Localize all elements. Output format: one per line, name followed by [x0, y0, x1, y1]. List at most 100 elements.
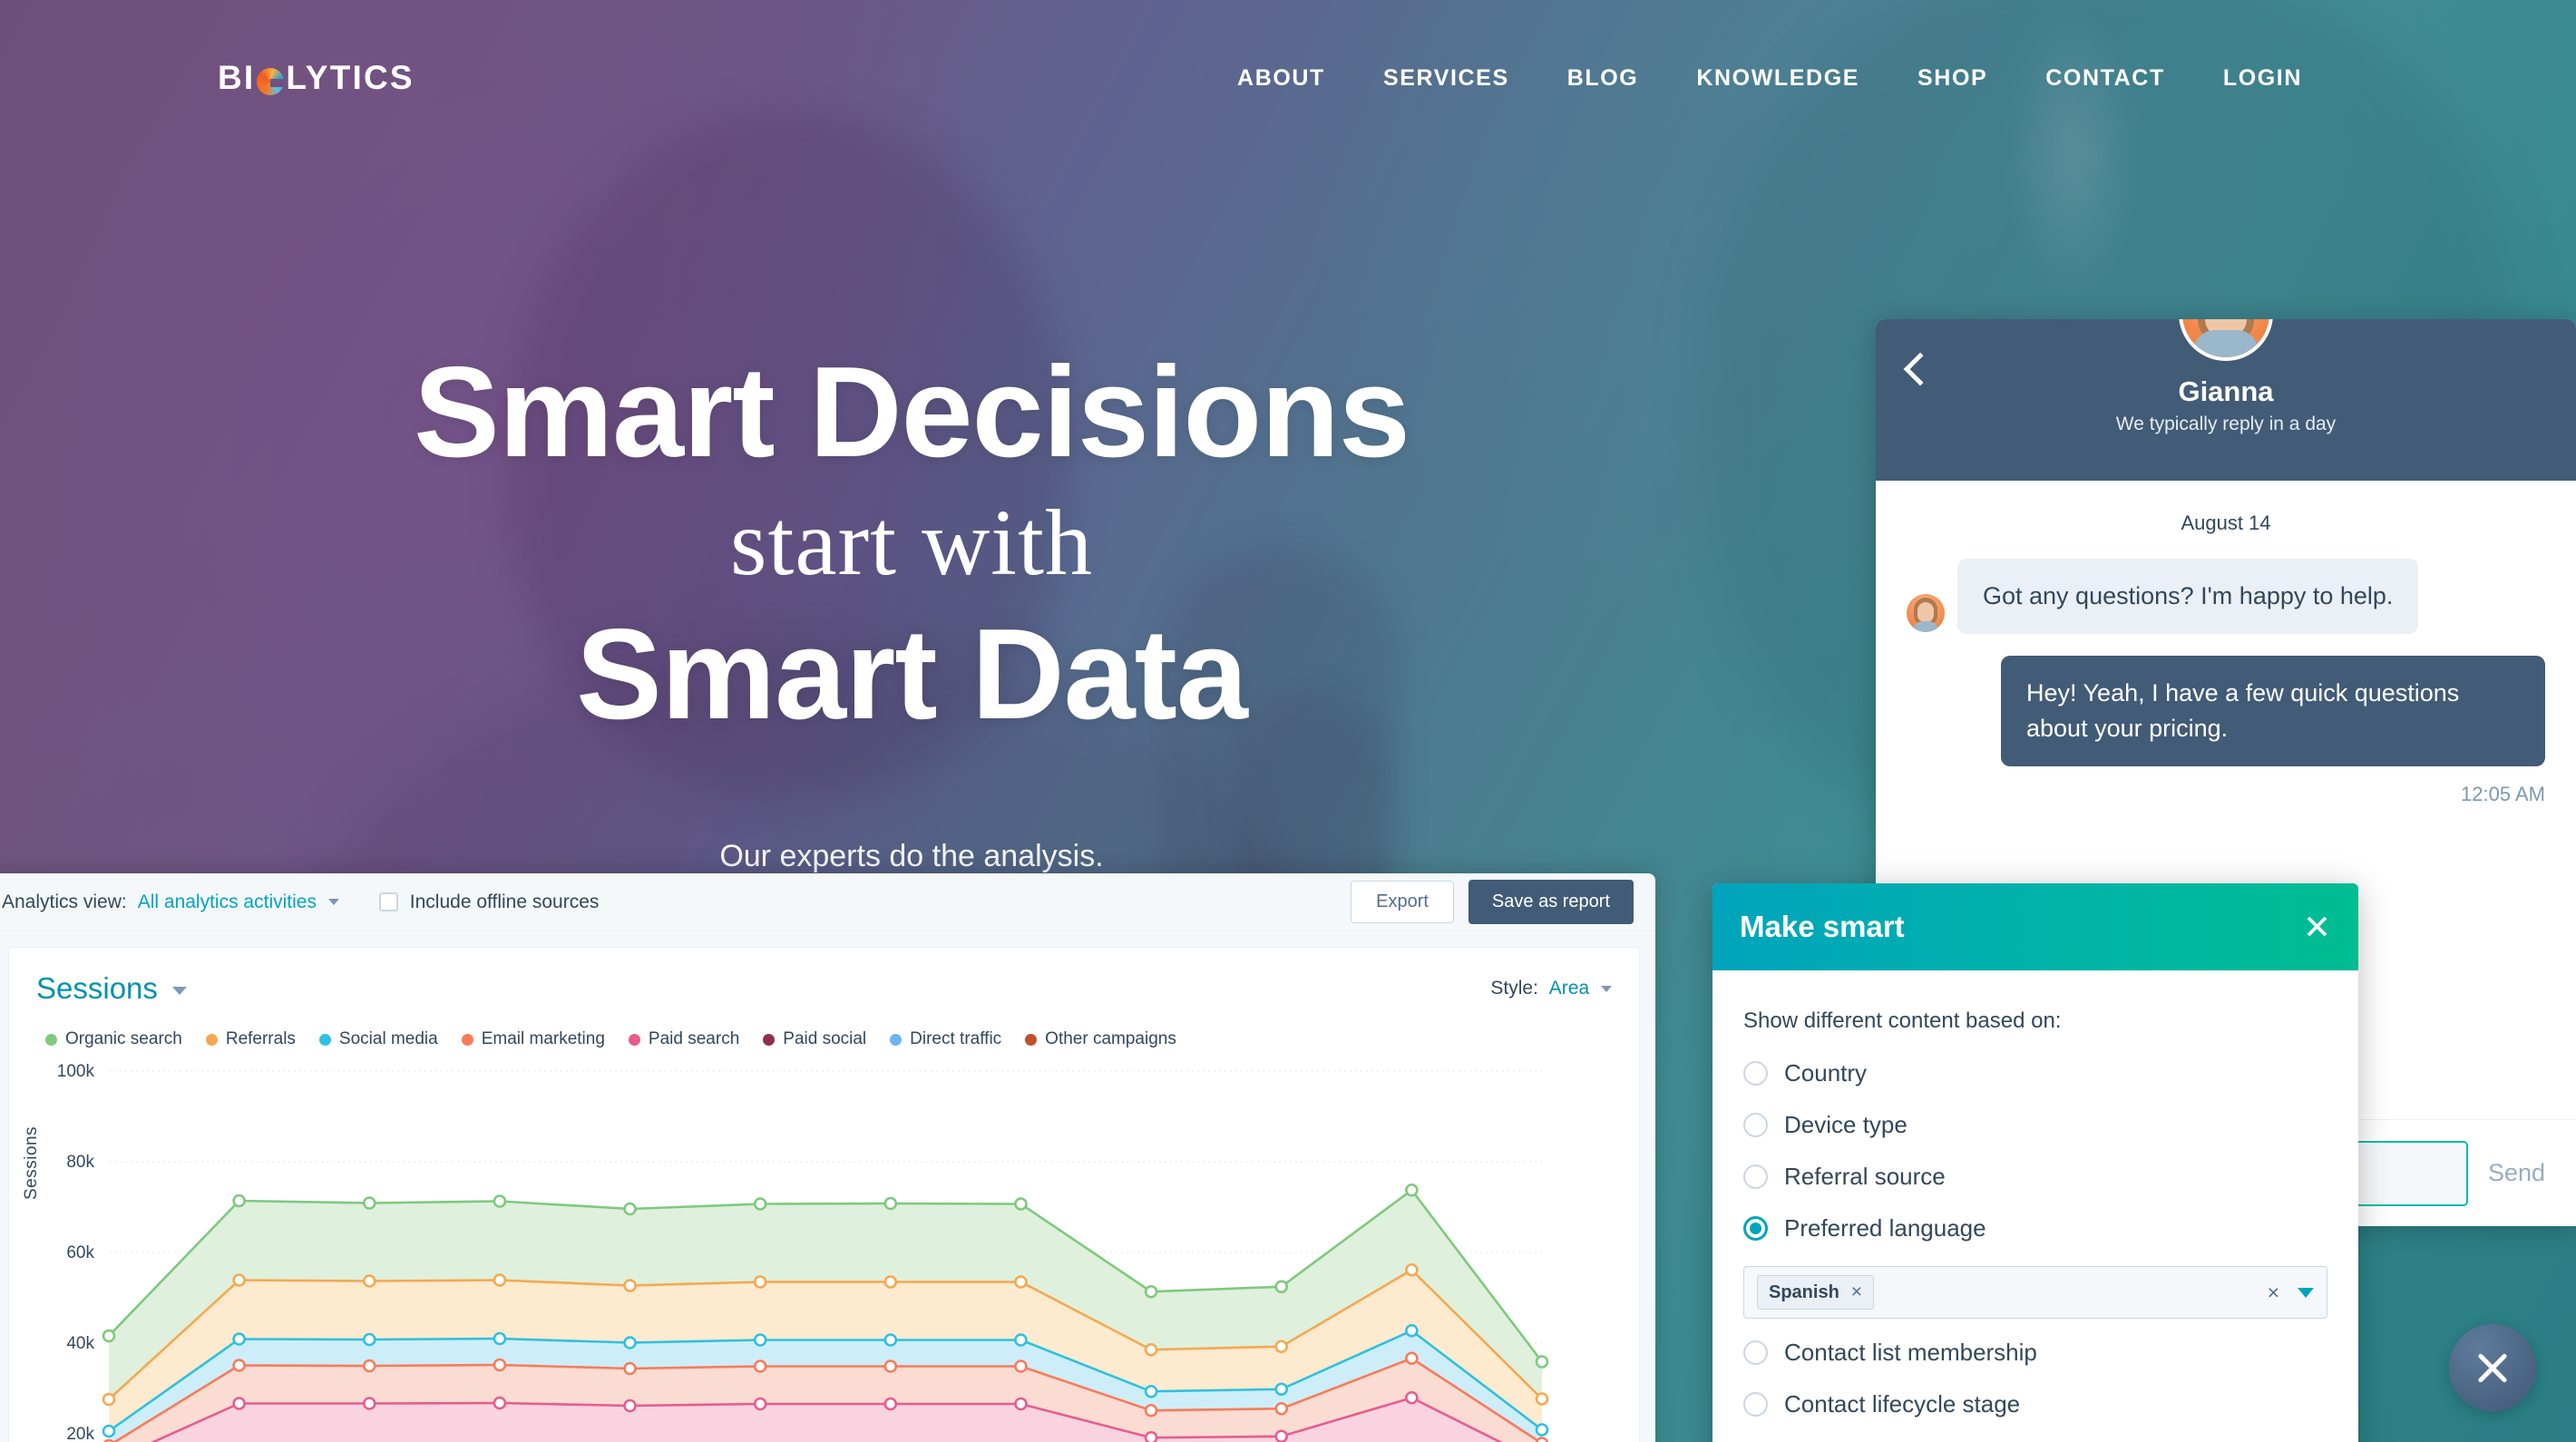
nav-item-contact[interactable]: CONTACT	[2016, 65, 2194, 92]
legend-item[interactable]: Social media	[318, 1029, 438, 1049]
style-value: Area	[1548, 978, 1590, 999]
option-contact-lifecycle-stage[interactable]: Contact lifecycle stage	[1743, 1390, 2327, 1418]
chart-data-point[interactable]	[493, 1194, 507, 1208]
chart-data-point[interactable]	[232, 1273, 246, 1287]
chart-data-point[interactable]	[623, 1361, 637, 1376]
chart-data-point[interactable]	[102, 1329, 116, 1343]
chart-data-point[interactable]	[883, 1397, 898, 1411]
chart-data-point[interactable]	[623, 1279, 637, 1292]
language-multiselect[interactable]: Spanish × ×	[1743, 1266, 2327, 1319]
legend-item[interactable]: Paid social	[763, 1029, 866, 1049]
chart-data-point[interactable]	[493, 1396, 507, 1410]
legend-item[interactable]: Other campaigns	[1025, 1029, 1176, 1049]
clear-selection-icon[interactable]: ×	[2255, 1281, 2292, 1305]
chart-data-point[interactable]	[753, 1397, 767, 1411]
chart-data-point[interactable]	[232, 1332, 246, 1346]
chart-data-point[interactable]	[232, 1194, 246, 1208]
analytics-view-dropdown[interactable]: All analytics activities	[138, 892, 339, 913]
legend-color-dot-icon	[45, 1033, 57, 1046]
chart-data-point[interactable]	[753, 1333, 767, 1347]
analytics-toolbar: Analytics view: All analytics activities…	[0, 873, 1655, 931]
close-icon[interactable]: ✕	[2303, 911, 2331, 944]
chart-data-point[interactable]	[1405, 1323, 1419, 1338]
chart-data-point[interactable]	[1274, 1401, 1289, 1416]
sessions-area-chart: 20k 40k 60k 80k 100k	[57, 1062, 1549, 1442]
chart-data-point[interactable]	[1405, 1183, 1419, 1197]
include-offline-sources-checkbox[interactable]: Include offline sources	[378, 892, 599, 913]
legend-item[interactable]: Organic search	[45, 1029, 182, 1049]
chart-data-point[interactable]	[753, 1359, 767, 1373]
option-country[interactable]: Country	[1743, 1059, 2327, 1087]
legend-color-dot-icon	[461, 1033, 473, 1046]
chart-data-point[interactable]	[1014, 1397, 1028, 1411]
style-dropdown[interactable]: Area	[1549, 978, 1612, 999]
chart-data-point[interactable]	[1274, 1382, 1289, 1397]
chart-data-point[interactable]	[1535, 1355, 1549, 1369]
chart-data-point[interactable]	[362, 1397, 376, 1410]
nav-item-knowledge[interactable]: KNOWLEDGE	[1667, 65, 1888, 92]
chart-data-point[interactable]	[1014, 1275, 1028, 1289]
chart-data-point[interactable]	[1274, 1340, 1289, 1354]
chart-data-point[interactable]	[753, 1275, 767, 1289]
chart-data-point[interactable]	[1144, 1430, 1158, 1442]
site-logo[interactable]: BI LYTICS	[218, 59, 415, 97]
close-chat-fab[interactable]	[2449, 1324, 2536, 1411]
export-button[interactable]: Export	[1351, 881, 1454, 923]
chart-data-point[interactable]	[883, 1196, 898, 1211]
chart-data-point[interactable]	[1405, 1390, 1419, 1405]
chip-remove-icon[interactable]: ×	[1851, 1281, 1862, 1303]
chart-data-point[interactable]	[1014, 1333, 1028, 1347]
chart-data-point[interactable]	[1144, 1284, 1158, 1299]
chevron-down-icon[interactable]	[2298, 1287, 2314, 1298]
legend-item[interactable]: Email marketing	[461, 1029, 605, 1049]
legend-item[interactable]: Paid search	[628, 1029, 739, 1049]
chart-data-point[interactable]	[623, 1202, 637, 1216]
option-preferred-language[interactable]: Preferred language	[1743, 1214, 2327, 1242]
chart-data-point[interactable]	[753, 1197, 767, 1211]
chart-data-point[interactable]	[623, 1336, 637, 1349]
chart-data-point[interactable]	[623, 1398, 637, 1413]
nav-item-shop[interactable]: SHOP	[1888, 65, 2016, 92]
chart-data-point[interactable]	[362, 1359, 376, 1373]
chart-data-point[interactable]	[1014, 1359, 1028, 1373]
nav-item-login[interactable]: LOGIN	[2194, 65, 2331, 92]
chart-data-point[interactable]	[1535, 1392, 1549, 1406]
chart-data-point[interactable]	[362, 1332, 376, 1347]
legend-item[interactable]: Direct traffic	[890, 1029, 1001, 1049]
option-device-type[interactable]: Device type	[1743, 1111, 2327, 1139]
chart-data-point[interactable]	[232, 1359, 246, 1372]
chart-data-point[interactable]	[883, 1359, 898, 1373]
metric-dropdown[interactable]: Sessions	[36, 971, 188, 1006]
chart-data-point[interactable]	[1014, 1197, 1028, 1211]
chart-data-point[interactable]	[883, 1333, 898, 1347]
legend-item[interactable]: Referrals	[205, 1029, 296, 1049]
nav-item-about[interactable]: ABOUT	[1208, 65, 1354, 92]
chart-data-point[interactable]	[1144, 1403, 1158, 1418]
option-referral-source[interactable]: Referral source	[1743, 1163, 2327, 1191]
legend-label: Direct traffic	[910, 1029, 1002, 1048]
chart-data-point[interactable]	[1535, 1423, 1549, 1437]
chart-data-point[interactable]	[493, 1273, 507, 1287]
chart-data-point[interactable]	[1535, 1437, 1549, 1442]
chart-data-point[interactable]	[1144, 1384, 1158, 1398]
chart-data-point[interactable]	[883, 1275, 898, 1289]
logo-text-before: BI	[218, 59, 256, 96]
nav-item-services[interactable]: SERVICES	[1354, 65, 1538, 92]
save-as-report-button[interactable]: Save as report	[1468, 880, 1634, 924]
chart-data-point[interactable]	[493, 1358, 507, 1372]
chart-data-point[interactable]	[362, 1196, 376, 1210]
chart-data-point[interactable]	[1144, 1342, 1158, 1357]
send-button[interactable]: Send	[2488, 1159, 2545, 1187]
chart-data-point[interactable]	[1405, 1262, 1419, 1277]
chart-data-point[interactable]	[102, 1392, 116, 1407]
chart-data-point[interactable]	[1274, 1429, 1289, 1442]
chart-data-point[interactable]	[493, 1331, 507, 1346]
chart-data-point[interactable]	[232, 1397, 246, 1410]
chart-data-point[interactable]	[102, 1424, 116, 1438]
chart-data-point[interactable]	[1274, 1280, 1289, 1294]
chart-data-point[interactable]	[362, 1274, 376, 1288]
radio-icon-selected	[1743, 1216, 1768, 1241]
chart-data-point[interactable]	[1405, 1351, 1419, 1366]
option-contact-list-membership[interactable]: Contact list membership	[1743, 1339, 2327, 1367]
nav-item-blog[interactable]: BLOG	[1538, 65, 1668, 92]
